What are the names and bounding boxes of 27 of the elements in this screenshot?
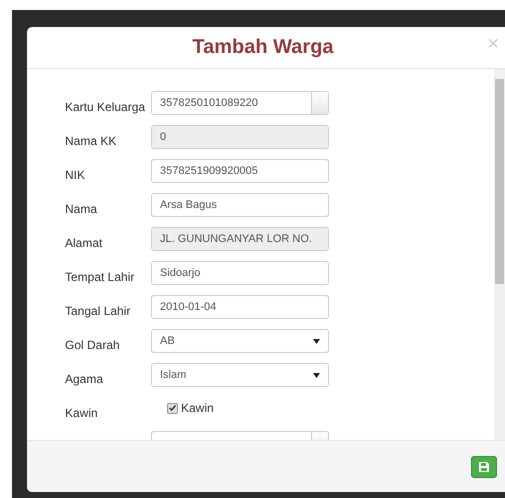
field-label: Kartu Keluarga: [65, 100, 146, 115]
kawin-checkbox[interactable]: Kawin: [167, 401, 214, 415]
modal-title: Tambah Warga: [192, 36, 334, 59]
field-label: Tempat Lahir: [65, 270, 136, 285]
field-label: Gol Darah: [65, 338, 121, 353]
caret-icon: [313, 372, 320, 378]
lookup-button[interactable]: [311, 92, 328, 114]
text-field[interactable]: Sidoarjo: [151, 261, 329, 285]
field-label: Alamat: [65, 236, 104, 251]
field-label: Nama KK: [65, 134, 118, 149]
scrollbar[interactable]: [494, 69, 505, 440]
select-field[interactable]: Islam: [151, 363, 329, 387]
text-field[interactable]: 3578251909920005: [151, 159, 329, 183]
readonly-field: 0: [151, 125, 329, 149]
lookup-field[interactable]: 3578250101089220: [151, 91, 329, 115]
field-label: Agama: [65, 372, 104, 387]
field-label: Tangal Lahir: [65, 304, 132, 319]
caret-icon: [313, 338, 320, 344]
select-field[interactable]: AB: [151, 329, 329, 353]
text-field[interactable]: 2010-01-04: [151, 295, 329, 319]
field-label: Kawin: [65, 406, 99, 421]
text-field[interactable]: Arsa Bagus: [151, 193, 329, 217]
readonly-field: JL. GUNUNGANYAR LOR NO.: [151, 227, 329, 251]
field-label: Nama: [65, 202, 98, 217]
checkbox[interactable]: [167, 402, 178, 414]
save-button[interactable]: [471, 456, 497, 478]
field-label: NIK: [65, 168, 86, 183]
